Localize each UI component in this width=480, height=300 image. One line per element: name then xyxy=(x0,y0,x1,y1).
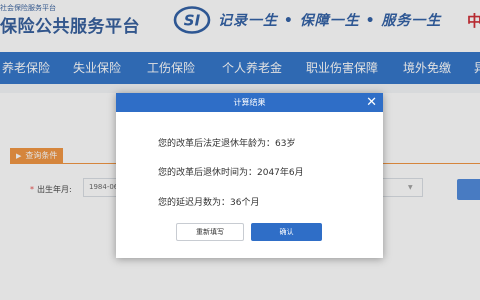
page: 社会保险服务平台 保险公共服务平台 SI 记录一生 • 保障一生 • 服务一生 … xyxy=(0,0,480,300)
result-delay-months: 您的延迟月数为：36个月 xyxy=(158,198,260,208)
close-icon[interactable]: ✕ xyxy=(366,94,377,111)
confirm-button[interactable]: 确认 xyxy=(251,223,322,241)
result-retirement-age: 您的改革后法定退休年龄为：63岁 xyxy=(158,139,296,149)
reset-button[interactable]: 重新填写 xyxy=(176,223,244,241)
result-retirement-time: 您的改革后退休时间为：2047年6月 xyxy=(158,168,304,178)
dialog-title: 计算结果 xyxy=(233,98,266,107)
result-dialog: 计算结果 ✕ 您的改革后法定退休年龄为：63岁 您的改革后退休时间为：2047年… xyxy=(116,93,383,258)
